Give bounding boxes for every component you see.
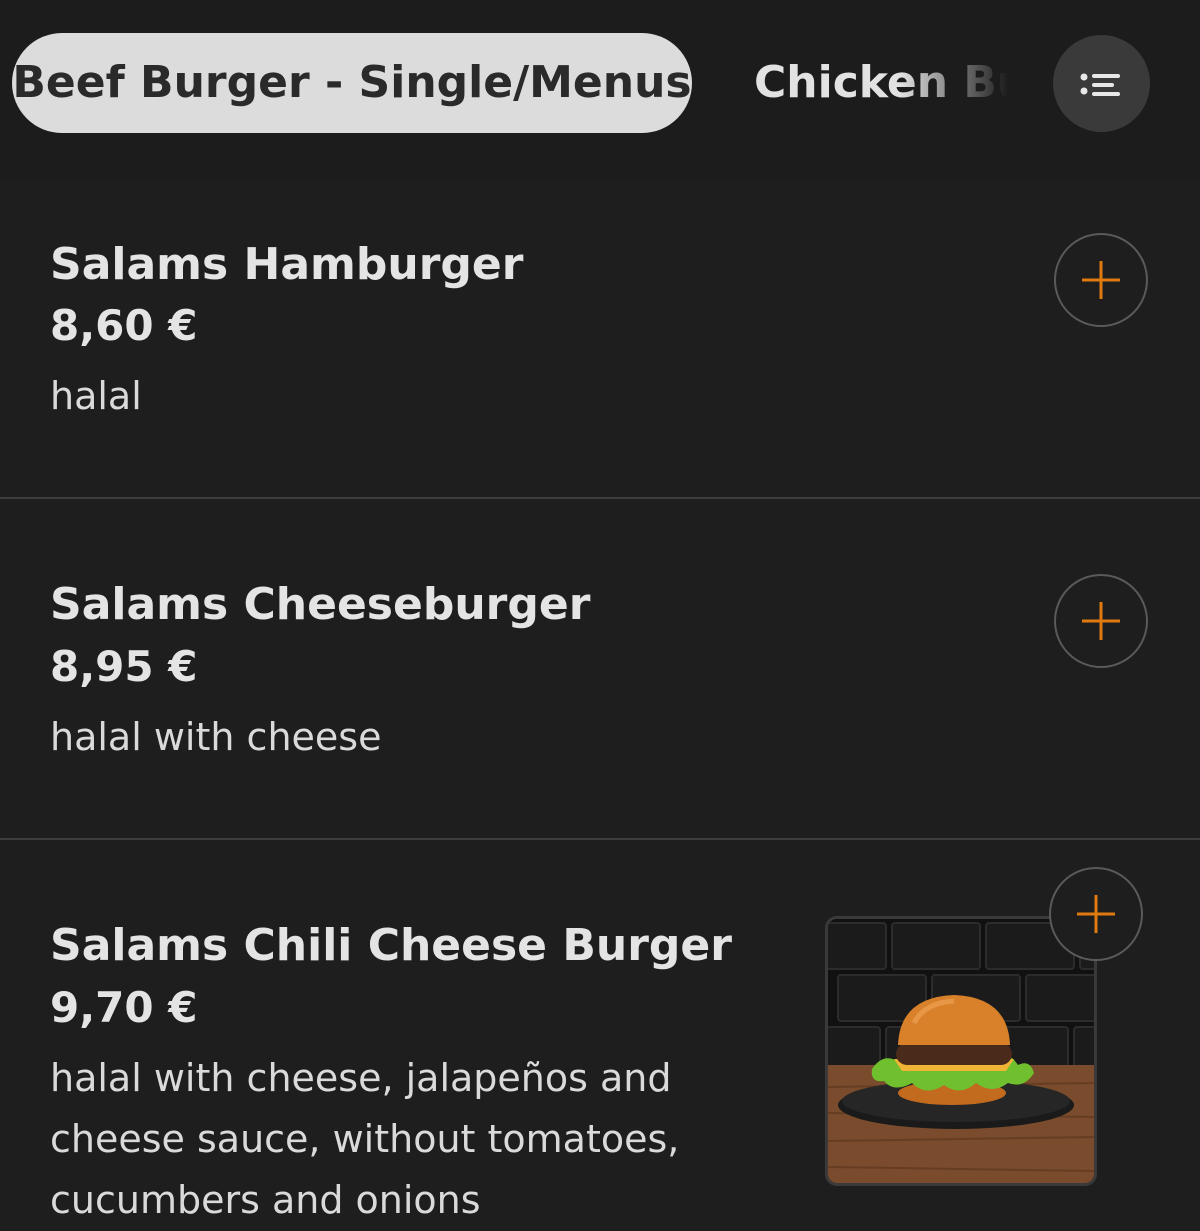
plus-icon <box>1077 895 1115 933</box>
item-name: Salams Cheeseburger <box>50 579 591 630</box>
item-description: halal with cheese, jalapeños and cheese … <box>50 1056 680 1222</box>
category-tab-bar: Beef Burger - Single/Menus Chicken Burge… <box>0 0 1200 180</box>
add-to-cart-button[interactable] <box>1049 867 1143 961</box>
add-to-cart-button[interactable] <box>1054 574 1148 668</box>
item-description: halal with cheese <box>50 715 382 759</box>
item-price: 8,95 € <box>50 642 198 691</box>
tab-scroll-fade <box>900 33 1020 133</box>
plus-icon <box>1082 261 1120 299</box>
plus-icon <box>1082 602 1120 640</box>
menu-item[interactable]: Salams Cheeseburger 8,95 € halal with ch… <box>0 498 1200 839</box>
item-name: Salams Chili Cheese Burger <box>50 920 732 971</box>
menu-item[interactable]: Salams Hamburger 8,60 € halal <box>0 180 1200 498</box>
item-name: Salams Hamburger <box>50 239 524 290</box>
item-description: halal <box>50 374 142 418</box>
list-icon <box>1080 73 1120 96</box>
burger-photo <box>828 919 1094 1183</box>
add-to-cart-button[interactable] <box>1054 233 1148 327</box>
item-price: 9,70 € <box>50 983 198 1032</box>
category-list-button[interactable] <box>1053 35 1150 132</box>
tab-beef-burger[interactable]: Beef Burger - Single/Menus <box>12 33 692 133</box>
product-image[interactable] <box>825 916 1097 1186</box>
item-price: 8,60 € <box>50 301 198 350</box>
